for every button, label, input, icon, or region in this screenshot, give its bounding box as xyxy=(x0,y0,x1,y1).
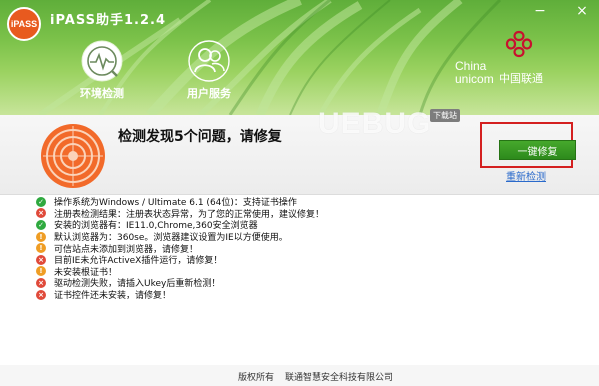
status-ok-icon: ✓ xyxy=(36,219,46,230)
recheck-link[interactable]: 重新检测 xyxy=(506,168,546,183)
list-item: ✓ 操作系统为Windows / Ultimate 6.1 (64位)：支持证书… xyxy=(36,196,324,208)
status-warn-icon: ! xyxy=(36,243,46,254)
status-warn-icon: ! xyxy=(36,231,46,242)
radar-scan-icon xyxy=(41,124,105,188)
list-item: ! 可信站点未添加到浏览器，请修复！ xyxy=(36,242,324,255)
list-item: ! 未安装根证书！ xyxy=(36,266,324,278)
list-item: ! 默认浏览器为：360se。浏览器建议设置为IE以方便使用。 xyxy=(36,231,324,243)
stethoscope-icon xyxy=(81,40,123,82)
nav-tab-user-service[interactable]: 用户服务 xyxy=(169,40,249,101)
close-icon: × xyxy=(576,3,588,19)
company-name: 联通智慧安全科技有限公司 xyxy=(285,373,394,383)
close-button[interactable]: × xyxy=(572,2,592,20)
list-item: × 证书控件还未安装，请修复！ xyxy=(36,289,324,301)
status-error-icon: × xyxy=(36,208,46,219)
footer: 版权所有 联通智慧安全科技有限公司 xyxy=(0,365,599,386)
list-item: × 驱动检测失败，请插入Ukey后重新检测！ xyxy=(36,277,324,289)
app-title: iPASS助手1.2.4 xyxy=(50,13,167,28)
users-icon xyxy=(188,40,230,82)
brand-english-line2: unicom xyxy=(455,72,494,86)
nav-tab-env-check-label: 环境检测 xyxy=(80,87,124,100)
app-logo-text: iPASS xyxy=(10,19,38,29)
issue-list: ✓ 操作系统为Windows / Ultimate 6.1 (64位)：支持证书… xyxy=(36,196,324,301)
header-bar: iPASS iPASS助手1.2.4 − × 环境检测 用户服务 China u… xyxy=(0,0,599,115)
watermark: UEBUG 下载站 xyxy=(318,107,468,147)
brand-china-unicom: China unicom 中国联通 xyxy=(455,30,585,90)
status-warn-icon: ! xyxy=(36,266,46,277)
minimize-icon: − xyxy=(534,3,546,19)
app-logo: iPASS xyxy=(7,7,41,41)
watermark-tag: 下载站 xyxy=(430,109,460,122)
list-item: × 注册表检测结果：注册表状态异常，为了您的正常使用，建议修复！ xyxy=(36,208,324,220)
one-click-fix-button[interactable]: 一键修复 xyxy=(499,140,576,160)
status-error-icon: × xyxy=(36,254,46,265)
nav-tab-user-service-label: 用户服务 xyxy=(187,87,231,100)
copyright-label: 版权所有 xyxy=(238,373,275,383)
scan-summary: 检测发现5个问题，请修复 xyxy=(118,129,282,145)
nav-tab-env-check[interactable]: 环境检测 xyxy=(62,40,142,101)
minimize-button[interactable]: − xyxy=(530,2,550,20)
status-error-icon: × xyxy=(36,289,46,300)
status-ok-icon: ✓ xyxy=(36,196,46,207)
issue-text: 证书控件还未安装，请修复！ xyxy=(54,291,172,302)
result-panel: 检测发现5个问题，请修复 UEBUG 下载站 一键修复 重新检测 xyxy=(0,107,599,195)
list-item: × 目前IE未允许ActiveX插件运行，请修复！ xyxy=(36,254,324,266)
brand-chinese: 中国联通 xyxy=(499,72,543,85)
list-item: ✓ 安装的浏览器有：IE11.0,Chrome,360安全浏览器 xyxy=(36,219,324,231)
watermark-text: UEBUG xyxy=(318,107,432,140)
unicom-knot-logo xyxy=(505,30,533,58)
brand-english-line1: China xyxy=(455,59,487,73)
status-error-icon: × xyxy=(36,277,46,288)
